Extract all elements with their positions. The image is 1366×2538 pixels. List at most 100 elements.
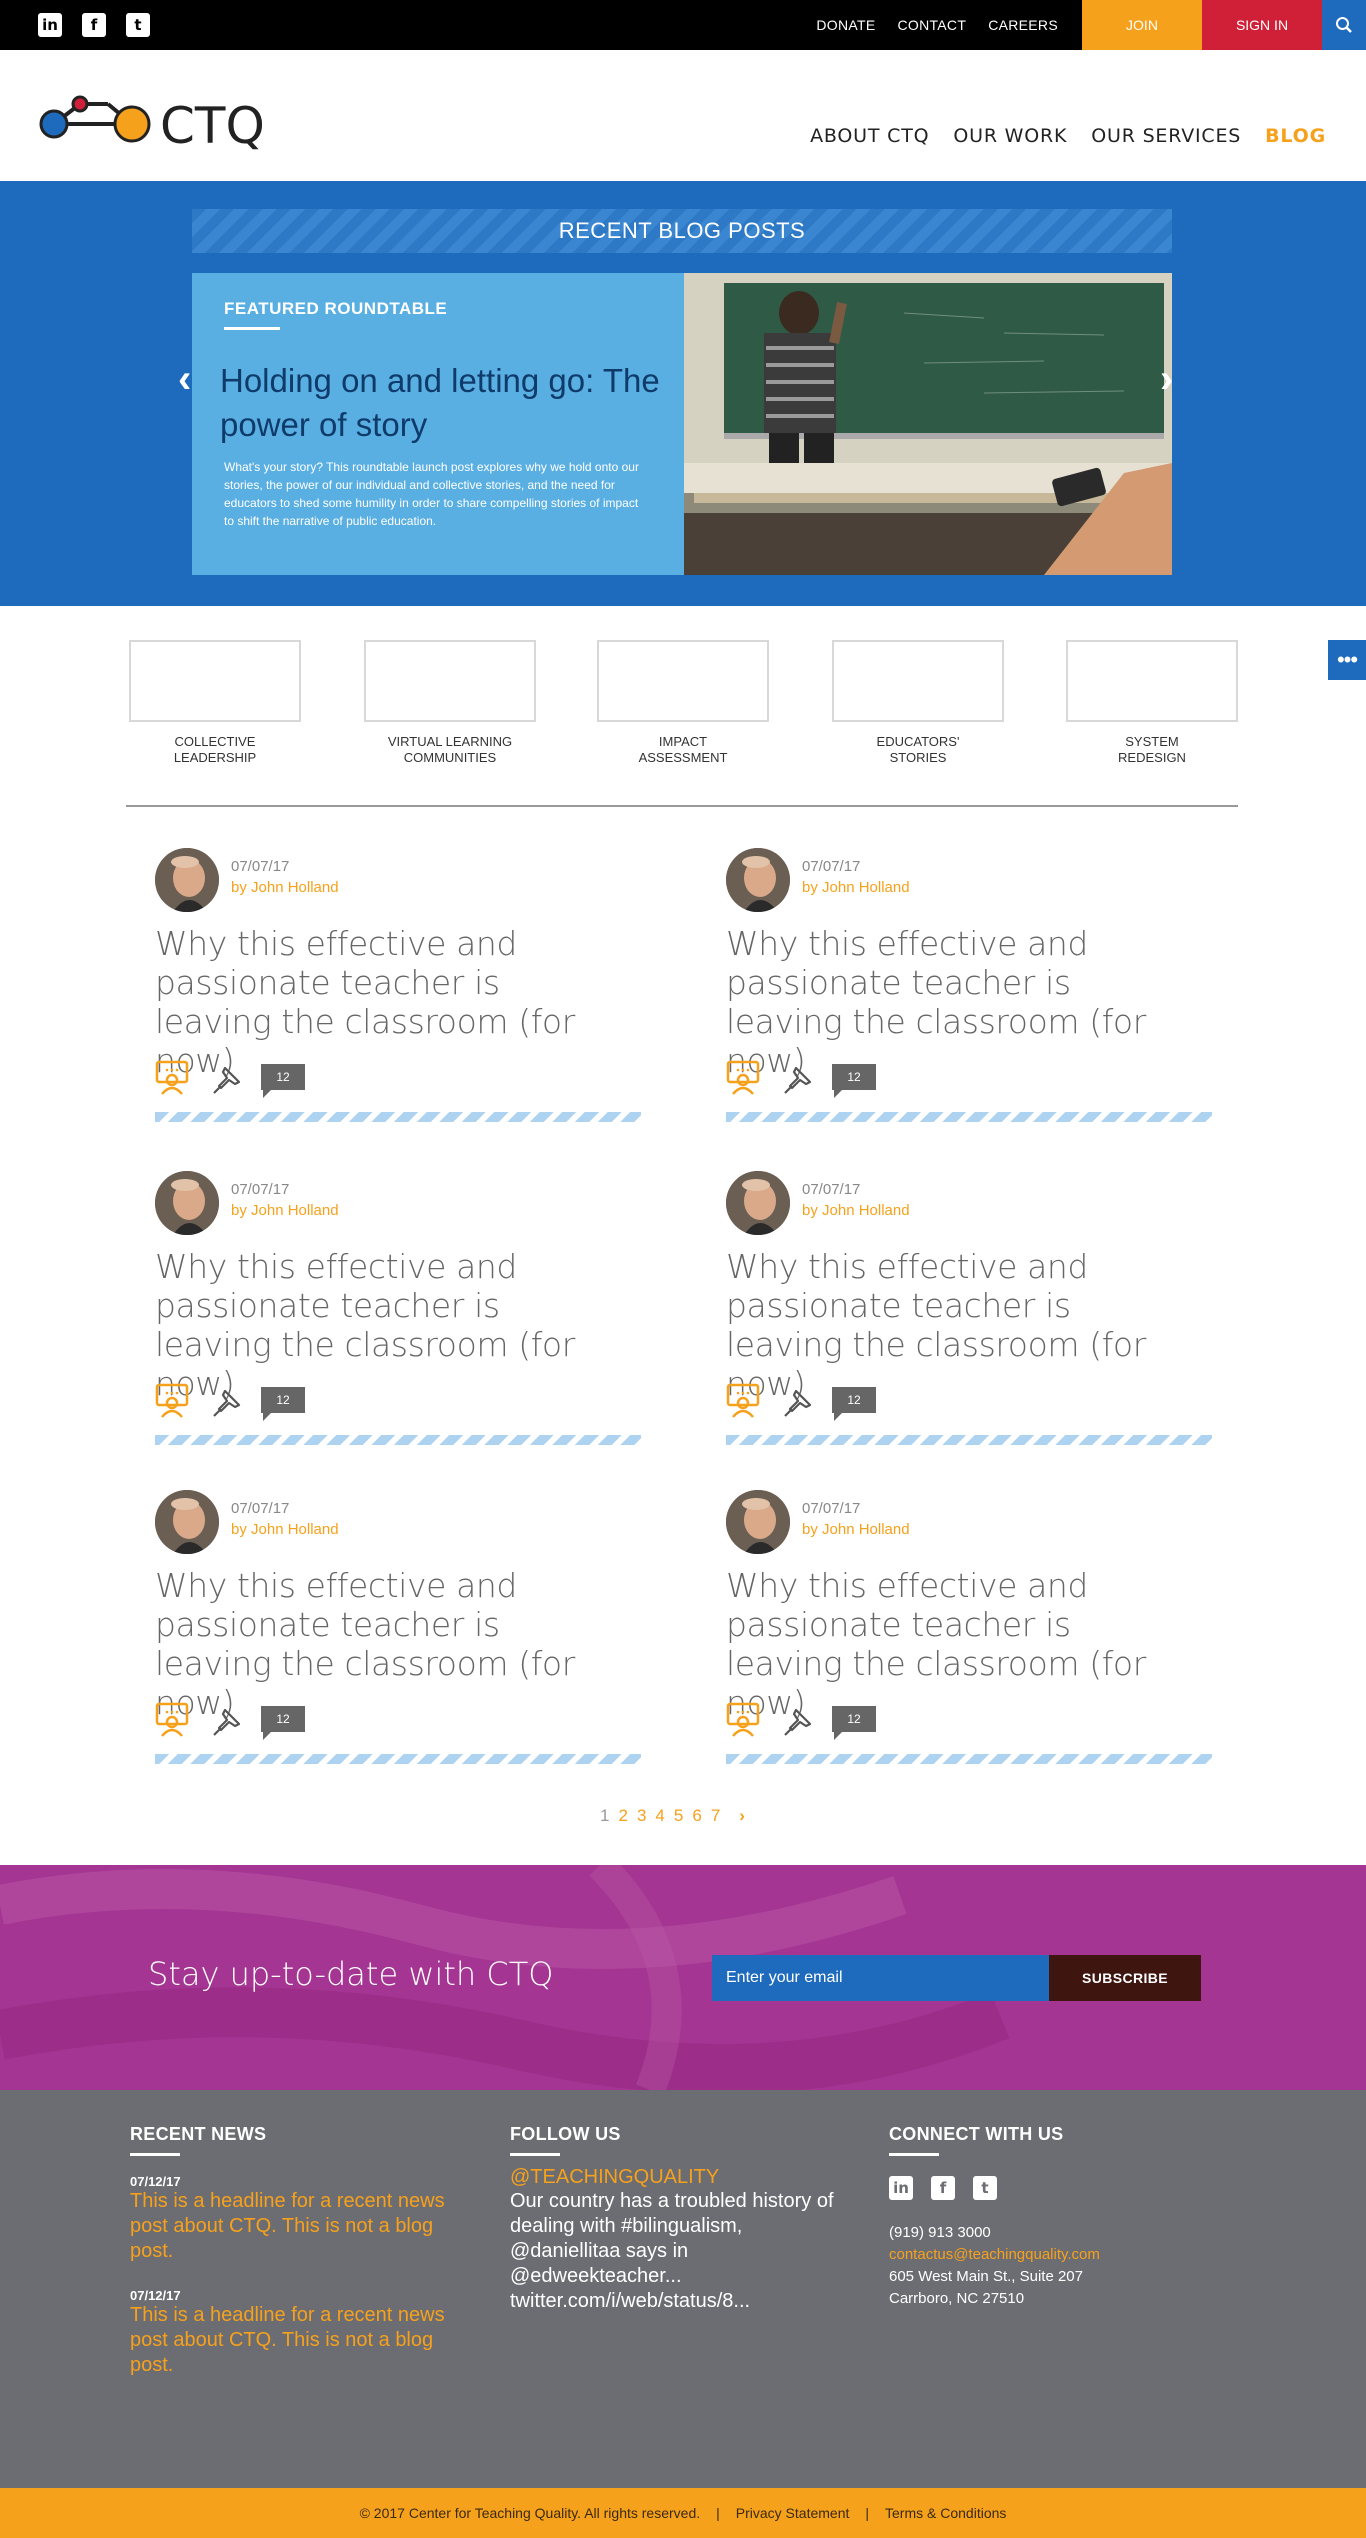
nav-our-work[interactable]: OUR WORK (953, 125, 1067, 147)
pin-icon[interactable] (211, 1706, 243, 1738)
prev-arrow-icon[interactable]: ‹ (178, 357, 191, 402)
privacy-link[interactable]: Privacy Statement (736, 2505, 850, 2521)
author-avatar[interactable] (155, 848, 219, 912)
news-headline[interactable]: This is a headline for a recent news pos… (130, 2303, 450, 2378)
comment-count[interactable]: 12 (261, 1064, 305, 1098)
comment-count[interactable]: 12 (832, 1387, 876, 1421)
post-title[interactable]: Why this effective and passionate teache… (155, 924, 625, 1080)
page-7[interactable]: 7 (711, 1806, 720, 1826)
comment-count[interactable]: 12 (261, 1387, 305, 1421)
comment-count[interactable]: 12 (832, 1706, 876, 1740)
next-arrow-icon[interactable]: › (1160, 357, 1173, 402)
page-4[interactable]: 4 (655, 1806, 664, 1826)
post-title[interactable]: Why this effective and passionate teache… (155, 1247, 625, 1403)
page-6[interactable]: 6 (692, 1806, 701, 1826)
twitter-handle[interactable]: @TEACHINGQUALITY (510, 2166, 840, 2189)
pin-icon[interactable] (782, 1064, 814, 1096)
pin-icon[interactable] (782, 1387, 814, 1419)
terms-link[interactable]: Terms & Conditions (885, 2505, 1006, 2521)
post-date: 07/07/17 (231, 858, 290, 875)
email-link[interactable]: contactus@teachingquality.com (889, 2244, 1100, 2266)
discussion-icon[interactable] (726, 1702, 760, 1738)
featured-card[interactable]: FEATURED ROUNDTABLE Holding on and letti… (192, 273, 684, 575)
logo-text: CTQ (160, 97, 265, 154)
sign-in-button[interactable]: SIGN IN (1202, 0, 1322, 50)
nav-about[interactable]: ABOUT CTQ (810, 125, 929, 147)
post-author[interactable]: by John Holland (802, 1202, 910, 1219)
discussion-icon[interactable] (155, 1383, 189, 1419)
blog-post-card[interactable]: 07/07/17 by John Holland Why this effect… (155, 1171, 641, 1445)
blog-post-card[interactable]: 07/07/17 by John Holland Why this effect… (726, 1490, 1212, 1764)
linkedin-icon[interactable]: in (889, 2176, 913, 2200)
page-2[interactable]: 2 (618, 1806, 627, 1826)
post-author[interactable]: by John Holland (802, 1521, 910, 1538)
twitter-icon[interactable]: t (973, 2176, 997, 2200)
post-date: 07/07/17 (802, 1181, 861, 1198)
section-divider (126, 805, 1238, 807)
discussion-icon[interactable] (726, 1060, 760, 1096)
pin-icon[interactable] (211, 1064, 243, 1096)
category-system-redesign[interactable]: SYSTEM REDESIGN (1066, 640, 1238, 766)
featured-headline[interactable]: Holding on and letting go: The power of … (220, 359, 660, 447)
subscribe-button[interactable]: SUBSCRIBE (1049, 1955, 1201, 2001)
author-avatar[interactable] (726, 1171, 790, 1235)
ctq-logo[interactable]: CTQ (36, 90, 276, 154)
nav-blog[interactable]: BLOG (1265, 125, 1326, 147)
nav-our-services[interactable]: OUR SERVICES (1091, 125, 1241, 147)
post-author[interactable]: by John Holland (231, 1202, 339, 1219)
more-options-tab[interactable]: ••• (1328, 640, 1366, 680)
careers-link[interactable]: CAREERS (988, 17, 1058, 33)
comment-count[interactable]: 12 (261, 1706, 305, 1740)
discussion-icon[interactable] (155, 1702, 189, 1738)
category-tile[interactable] (832, 640, 1004, 722)
post-divider-stripe (155, 1754, 641, 1764)
comment-count[interactable]: 12 (832, 1064, 876, 1098)
contact-link[interactable]: CONTACT (897, 17, 966, 33)
post-author[interactable]: by John Holland (802, 879, 910, 896)
category-impact-assessment[interactable]: IMPACT ASSESSMENT (597, 640, 769, 766)
post-actions: 12 (155, 1060, 355, 1100)
blog-post-card[interactable]: 07/07/17 by John Holland Why this effect… (726, 1171, 1212, 1445)
donate-link[interactable]: DONATE (816, 17, 875, 33)
post-author[interactable]: by John Holland (231, 879, 339, 896)
utility-links: DONATE CONTACT CAREERS (816, 0, 1058, 50)
blog-post-card[interactable]: 07/07/17 by John Holland Why this effect… (155, 848, 641, 1122)
page-1[interactable]: 1 (600, 1806, 609, 1826)
main-nav: ABOUT CTQ OUR WORK OUR SERVICES BLOG (810, 125, 1326, 147)
category-tile[interactable] (597, 640, 769, 722)
facebook-icon[interactable]: f (931, 2176, 955, 2200)
post-title[interactable]: Why this effective and passionate teache… (155, 1566, 625, 1722)
post-author[interactable]: by John Holland (231, 1521, 339, 1538)
category-tile[interactable] (129, 640, 301, 722)
category-collective-leadership[interactable]: COLLECTIVE LEADERSHIP (129, 640, 301, 766)
post-title[interactable]: Why this effective and passionate teache… (726, 1247, 1196, 1403)
post-actions: 12 (155, 1383, 355, 1423)
pin-icon[interactable] (211, 1387, 243, 1419)
discussion-icon[interactable] (726, 1383, 760, 1419)
page-3[interactable]: 3 (637, 1806, 646, 1826)
blog-post-card[interactable]: 07/07/17 by John Holland Why this effect… (155, 1490, 641, 1764)
author-avatar[interactable] (726, 848, 790, 912)
category-virtual-learning[interactable]: VIRTUAL LEARNING COMMUNITIES (364, 640, 536, 766)
author-avatar[interactable] (155, 1490, 219, 1554)
discussion-icon[interactable] (155, 1060, 189, 1096)
author-avatar[interactable] (155, 1171, 219, 1235)
post-title[interactable]: Why this effective and passionate teache… (726, 1566, 1196, 1722)
post-title[interactable]: Why this effective and passionate teache… (726, 924, 1196, 1080)
blog-post-card[interactable]: 07/07/17 by John Holland Why this effect… (726, 848, 1212, 1122)
news-headline[interactable]: This is a headline for a recent news pos… (130, 2189, 450, 2264)
next-page-icon[interactable]: › (739, 1806, 745, 1826)
category-educators-stories[interactable]: EDUCATORS' STORIES (832, 640, 1004, 766)
email-input[interactable] (712, 1955, 1049, 2001)
join-button[interactable]: JOIN (1082, 0, 1202, 50)
search-button[interactable] (1322, 0, 1366, 50)
category-tile[interactable] (364, 640, 536, 722)
pin-icon[interactable] (782, 1706, 814, 1738)
twitter-icon[interactable]: t (126, 13, 150, 37)
top-bar: in f t DONATE CONTACT CAREERS JOIN SIGN … (0, 0, 1366, 50)
facebook-icon[interactable]: f (82, 13, 106, 37)
page-5[interactable]: 5 (674, 1806, 683, 1826)
linkedin-icon[interactable]: in (38, 13, 62, 37)
author-avatar[interactable] (726, 1490, 790, 1554)
category-tile[interactable] (1066, 640, 1238, 722)
